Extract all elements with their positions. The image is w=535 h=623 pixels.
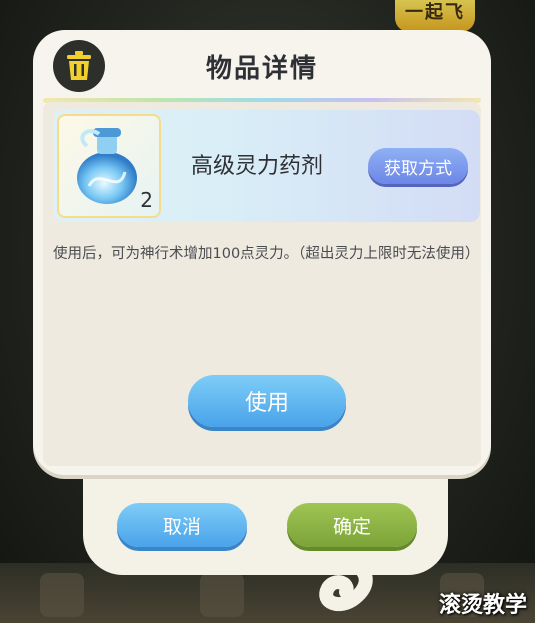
swirl-decoration <box>303 550 373 612</box>
use-item-button[interactable]: 使用 <box>188 375 346 427</box>
item-info-row: 2 高级灵力药剂 获取方式 <box>53 110 480 222</box>
background-tile <box>40 573 84 617</box>
game-logo: 一起飞 <box>395 0 475 32</box>
watermark: 滚烫教学 <box>438 593 527 618</box>
obtain-method-button[interactable]: 获取方式 <box>368 148 468 184</box>
item-detail-dialog: 物品详情 2 高级灵力药剂 获取方式 使用后，可为神行术增加100点灵力。（超出… <box>33 30 491 475</box>
game-logo-text: 一起飞 <box>405 2 465 23</box>
cancel-button[interactable]: 取消 <box>117 503 247 547</box>
item-count: 2 <box>140 188 153 212</box>
item-name: 高级灵力药剂 <box>191 154 324 179</box>
dialog-title: 物品详情 <box>205 54 318 84</box>
item-slot: 2 <box>57 114 161 218</box>
confirm-button[interactable]: 确定 <box>287 503 417 547</box>
background-tile <box>200 573 244 617</box>
item-description: 使用后，可为神行术增加100点灵力。（超出灵力上限时无法使用） <box>53 246 480 262</box>
